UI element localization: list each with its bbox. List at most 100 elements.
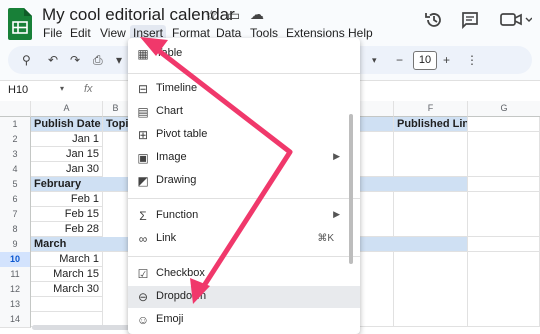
cell-a9[interactable]: March [31, 237, 129, 252]
menu-item-emoji[interactable]: ☺ Emoji [128, 309, 360, 331]
row-header[interactable]: 14 [0, 312, 31, 328]
row-header[interactable]: 13 [0, 297, 31, 313]
menu-item-label: Timeline [156, 82, 198, 94]
row-header[interactable]: 12 [0, 282, 31, 298]
cell-g6[interactable] [468, 192, 540, 237]
cell-e6[interactable] [360, 192, 394, 237]
menu-item-timeline[interactable]: ⊟ Timeline [128, 78, 360, 100]
cell-f10[interactable] [394, 252, 468, 327]
row-header[interactable]: 3 [0, 147, 31, 163]
print-icon[interactable]: ⎙ [93, 53, 103, 68]
row-header[interactable]: 7 [0, 207, 31, 223]
undo-icon[interactable]: ↶ [48, 53, 58, 67]
sheets-logo-icon[interactable] [8, 8, 32, 40]
row-header[interactable]: 11 [0, 267, 31, 283]
cell-a12[interactable]: March 30 [31, 282, 103, 297]
menu-item-checkbox[interactable]: ☑ Checkbox [128, 263, 360, 285]
menu-item-label: Table [156, 47, 183, 59]
row-header[interactable]: 8 [0, 222, 31, 238]
font-size-input[interactable]: 10 [413, 51, 437, 70]
cell-a6[interactable]: Feb 1 [31, 192, 103, 207]
cell-e10[interactable] [360, 252, 394, 327]
cell-a8[interactable]: Feb 28 [31, 222, 103, 237]
select-all-corner[interactable] [0, 101, 31, 117]
name-box-caret-icon[interactable]: ▾ [60, 84, 64, 93]
submenu-arrow-icon: ▶ [333, 209, 340, 219]
increase-font-icon[interactable]: + [443, 53, 450, 67]
menu-item-pivot-table[interactable]: ⊞ Pivot table [128, 124, 360, 146]
menu-edit[interactable]: Edit [67, 25, 94, 41]
cell-a2[interactable]: Jan 1 [31, 132, 103, 147]
menu-divider [128, 73, 360, 74]
name-box[interactable]: H10 [8, 84, 28, 96]
folder-move-icon[interactable]: ▭ [227, 7, 240, 24]
cell-g9[interactable] [468, 237, 540, 252]
image-icon: ▣ [137, 151, 149, 165]
menu-item-drawing[interactable]: ◩ Drawing [128, 170, 360, 192]
cell-f6[interactable] [394, 192, 468, 237]
cell-a11[interactable]: March 15 [31, 267, 103, 282]
cell-g2[interactable] [468, 132, 540, 177]
cell-e2[interactable] [360, 132, 394, 177]
cloud-status-icon[interactable]: ☁ [250, 6, 264, 23]
menu-view[interactable]: View [97, 25, 129, 41]
menu-item-link[interactable]: ∞ Link ⌘K [128, 228, 360, 250]
menu-item-table[interactable]: ▦ Table [128, 43, 360, 65]
function-sigma-icon: Σ [139, 209, 147, 223]
cell-e1[interactable] [360, 117, 394, 132]
cell-band-row5[interactable] [360, 177, 468, 192]
row-header[interactable]: 4 [0, 162, 31, 178]
row-header[interactable]: 5 [0, 177, 31, 193]
row-header[interactable]: 9 [0, 237, 31, 253]
cell-g1[interactable] [468, 117, 540, 132]
menu-item-image[interactable]: ▣ Image ▶ [128, 147, 360, 169]
menu-item-label: Pivot table [156, 128, 208, 140]
cell-b1[interactable]: Topic [103, 117, 129, 132]
chart-icon: ▤ [137, 105, 149, 119]
redo-icon[interactable]: ↷ [70, 53, 80, 67]
emoji-icon: ☺ [136, 313, 150, 327]
cell-a3[interactable]: Jan 15 [31, 147, 103, 162]
cell-a1[interactable]: Publish Date [31, 117, 103, 132]
more-options-icon[interactable]: ⋮ [466, 53, 478, 67]
menu-file[interactable]: File [40, 25, 65, 41]
paint-format-icon[interactable]: ▾ [116, 53, 122, 67]
menu-item-label: Dropdown [156, 290, 207, 302]
menu-item-label: Link [156, 232, 177, 244]
column-header-e[interactable] [360, 101, 394, 117]
font-caret-icon[interactable]: ▾ [372, 55, 377, 66]
row-header[interactable]: 2 [0, 132, 31, 148]
cell-f2[interactable] [394, 132, 468, 177]
column-header-f[interactable]: F [394, 101, 468, 117]
row-header[interactable]: 1 [0, 117, 31, 133]
row-header-selected[interactable]: 10 [0, 252, 31, 268]
search-menus-icon[interactable]: ⚲ [22, 53, 31, 67]
menu-item-chart[interactable]: ▤ Chart [128, 101, 360, 123]
history-icon[interactable] [424, 10, 444, 30]
dropdown-chip-icon: ⊖ [137, 290, 149, 304]
cell-g10[interactable] [468, 252, 540, 327]
cell-a5[interactable]: February [31, 177, 129, 192]
menu-item-function[interactable]: Σ Function ▶ [128, 205, 360, 227]
column-header-a[interactable]: A [31, 101, 103, 117]
menu-item-label: Function [156, 209, 199, 221]
star-icon[interactable]: ☆ [205, 7, 218, 24]
row-header[interactable]: 6 [0, 192, 31, 208]
menu-item-label: Checkbox [156, 267, 205, 279]
comment-icon[interactable] [461, 11, 479, 29]
cell-a10[interactable]: March 1 [31, 252, 103, 267]
cell-band-row9[interactable] [360, 237, 468, 252]
cell-a7[interactable]: Feb 15 [31, 207, 103, 222]
menu-item-label: Emoji [156, 313, 184, 325]
menu-item-label: Image [156, 151, 187, 163]
video-call-icon[interactable] [500, 12, 532, 28]
menu-item-dropdown[interactable]: ⊖ Dropdown [128, 286, 360, 308]
column-header-b[interactable]: B [103, 101, 129, 117]
menu-scrollbar[interactable] [349, 114, 353, 264]
cell-a4[interactable]: Jan 30 [31, 162, 103, 177]
cell-f1[interactable]: Published Link [394, 117, 468, 132]
decrease-font-icon[interactable]: − [396, 53, 403, 67]
cell-g5[interactable] [468, 177, 540, 192]
cell-a13[interactable] [31, 297, 103, 312]
column-header-g[interactable]: G [468, 101, 540, 117]
